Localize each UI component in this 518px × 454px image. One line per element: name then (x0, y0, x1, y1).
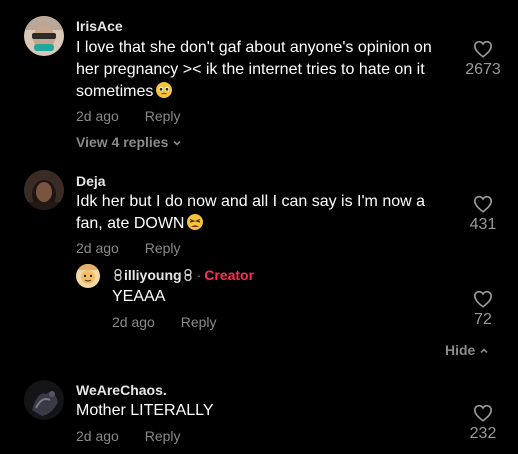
reply-text: YEAAA (112, 288, 166, 305)
pleading-face-emoji-icon (155, 81, 173, 106)
reply-button[interactable]: Reply (145, 240, 181, 256)
creator-badge: Creator (204, 267, 255, 283)
comment-text: Idk her but I do now and all I can say i… (76, 191, 456, 238)
reply-button[interactable]: Reply (181, 314, 217, 330)
comment-text: Mother LITERALLY (76, 402, 214, 419)
comment-time: 2d ago (76, 240, 119, 256)
reply-username[interactable]: illiyoung (124, 267, 182, 283)
like-button[interactable]: 72 (463, 290, 503, 330)
comment-text-line: sometimes (76, 81, 456, 106)
avatar[interactable] (76, 264, 100, 288)
comment-text-line: her pregnancy >< ik the internet tries t… (76, 61, 425, 78)
chevron-up-icon (479, 342, 489, 360)
like-count: 72 (474, 311, 492, 328)
comment-meta: 2d ago Reply (76, 107, 181, 125)
chain-icon (182, 268, 194, 286)
comment-text-line: fan, ate DOWN (76, 213, 456, 238)
comment-username[interactable]: IrisAce (76, 17, 123, 35)
reply-button[interactable]: Reply (145, 428, 181, 444)
heart-outline-icon (473, 195, 493, 213)
comment-time: 2d ago (76, 108, 119, 124)
comment-text-segment: sometimes (76, 83, 154, 100)
comment-meta: 2d ago Reply (76, 239, 181, 257)
avatar[interactable] (24, 170, 64, 210)
avatar[interactable] (24, 16, 64, 56)
separator-dot: · (196, 267, 202, 283)
reply-time: 2d ago (112, 314, 155, 330)
heart-outline-icon (473, 40, 493, 58)
reply-meta: 2d ago Reply (112, 313, 217, 331)
reply-username-row: illiyoung · Creator (112, 266, 254, 286)
comment-text: I love that she don't gaf about anyone's… (76, 37, 456, 106)
comment-text-line: Idk her but I do now and all I can say i… (76, 193, 426, 210)
comment-time: 2d ago (76, 428, 119, 444)
comment-text-line: I love that she don't gaf about anyone's… (76, 39, 432, 56)
like-count: 431 (469, 216, 497, 233)
reply-button[interactable]: Reply (145, 108, 181, 124)
hide-label: Hide (445, 342, 476, 358)
like-button[interactable]: 232 (463, 404, 503, 444)
comment-text-segment: fan, ate DOWN (76, 215, 185, 232)
view-replies-button[interactable]: View 4 replies (76, 133, 182, 152)
tired-face-emoji-icon (186, 213, 204, 238)
like-button[interactable]: 431 (463, 195, 503, 235)
heart-outline-icon (473, 290, 493, 308)
comment-username[interactable]: WeAreChaos. (76, 381, 167, 399)
like-count: 2673 (465, 61, 501, 78)
avatar[interactable] (24, 380, 64, 420)
comment-username[interactable]: Deja (76, 172, 106, 190)
comment-meta: 2d ago Reply (76, 427, 181, 445)
like-button[interactable]: 2673 (463, 40, 503, 80)
hide-replies-button[interactable]: Hide (445, 341, 489, 360)
like-count: 232 (469, 425, 497, 442)
chain-icon (112, 268, 124, 286)
view-replies-label: View 4 replies (76, 134, 169, 150)
chevron-down-icon (172, 134, 182, 152)
heart-outline-icon (473, 404, 493, 422)
